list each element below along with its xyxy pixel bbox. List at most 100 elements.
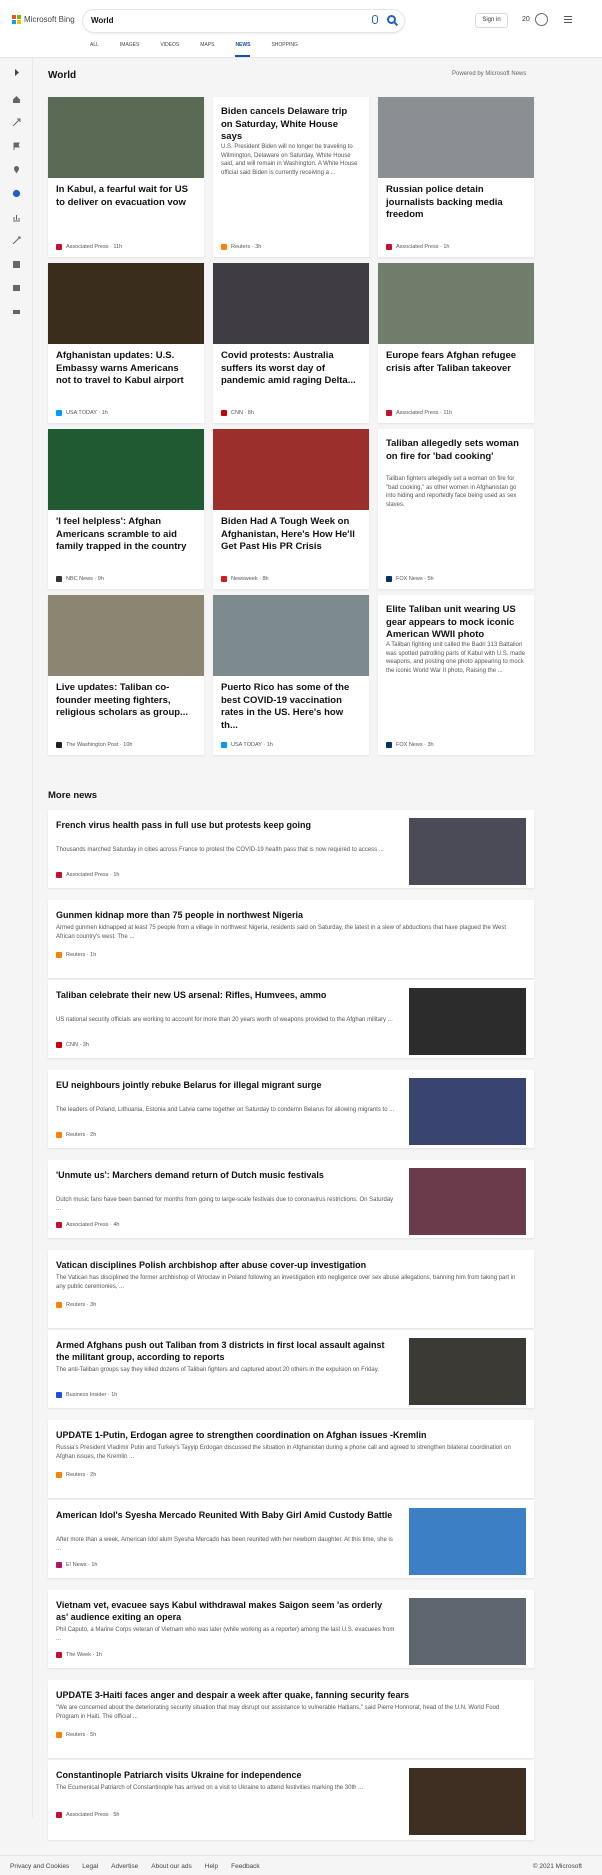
trending-icon[interactable]	[12, 118, 21, 127]
news-card[interactable]: Elite Taliban unit wearing US gear appea…	[378, 595, 534, 755]
news-card[interactable]: Russian police detain journalists backin…	[378, 97, 534, 257]
more-news-thumbnail[interactable]	[409, 1768, 526, 1835]
sports-icon[interactable]	[12, 283, 21, 292]
news-card-title[interactable]: Europe fears Afghan refugee crisis after…	[386, 350, 526, 375]
news-card-image[interactable]	[213, 595, 369, 676]
more-news-item[interactable]: American Idol's Syesha Mercado Reunited …	[48, 1500, 534, 1578]
flag-icon[interactable]	[12, 142, 21, 151]
news-card-title[interactable]: Elite Taliban unit wearing US gear appea…	[386, 604, 526, 642]
more-news-source[interactable]: Business Insider · 1h	[56, 1392, 117, 1398]
microphone-icon[interactable]	[372, 15, 378, 24]
rewards-icon[interactable]	[535, 13, 548, 26]
more-news-title[interactable]: EU neighbours jointly rebuke Belarus for…	[56, 1079, 396, 1091]
news-card-source[interactable]: USA TODAY · 1h	[56, 410, 108, 416]
more-news-thumbnail[interactable]	[409, 988, 526, 1055]
more-news-source[interactable]: CNN · 3h	[56, 1042, 89, 1048]
more-news-title[interactable]: Constantinople Patriarch visits Ukraine …	[56, 1769, 396, 1781]
more-news-source[interactable]: Reuters · 5h	[56, 1732, 96, 1738]
more-news-title[interactable]: UPDATE 1-Putin, Erdogan agree to strengt…	[56, 1429, 516, 1441]
news-card-image[interactable]	[378, 263, 534, 344]
news-card[interactable]: Biden Had A Tough Week on Afghanistan, H…	[213, 429, 369, 589]
location-icon[interactable]	[12, 165, 21, 174]
news-card[interactable]: 'I feel helpless': Afghan Americans scra…	[48, 429, 204, 589]
news-card[interactable]: Covid protests: Australia suffers its wo…	[213, 263, 369, 423]
more-news-item[interactable]: 'Unmute us': Marchers demand return of D…	[48, 1160, 534, 1238]
news-card-source[interactable]: Associated Press · 11h	[56, 244, 122, 250]
footer-link[interactable]: About our ads	[151, 1863, 191, 1870]
tab-all[interactable]: ALL	[90, 42, 99, 57]
expand-chevron-icon[interactable]	[12, 68, 21, 77]
more-news-item[interactable]: EU neighbours jointly rebuke Belarus for…	[48, 1070, 534, 1148]
news-card[interactable]: Biden cancels Delaware trip on Saturday,…	[213, 97, 369, 257]
news-card-image[interactable]	[48, 97, 204, 178]
news-card-source[interactable]: The Washington Post · 10h	[56, 742, 132, 748]
news-card-image[interactable]	[213, 263, 369, 344]
more-news-thumbnail[interactable]	[409, 1598, 526, 1665]
sign-in-button[interactable]: Sign in	[475, 13, 508, 28]
more-news-item[interactable]: UPDATE 3-Haiti faces anger and despair a…	[48, 1680, 534, 1758]
more-news-item[interactable]: Taliban celebrate their new US arsenal: …	[48, 980, 534, 1058]
more-news-title[interactable]: UPDATE 3-Haiti faces anger and despair a…	[56, 1689, 516, 1701]
more-news-item[interactable]: Armed Afghans push out Taliban from 3 di…	[48, 1330, 534, 1408]
more-news-thumbnail[interactable]	[409, 1078, 526, 1145]
more-news-source[interactable]: E! News · 1h	[56, 1562, 97, 1568]
more-news-item[interactable]: Constantinople Patriarch visits Ukraine …	[48, 1760, 534, 1840]
news-card-title[interactable]: Puerto Rico has some of the best COVID-1…	[221, 682, 361, 732]
news-card[interactable]: Taliban allegedly sets woman on fire for…	[378, 429, 534, 589]
search-box[interactable]: World	[83, 10, 404, 32]
more-news-title[interactable]: American Idol's Syesha Mercado Reunited …	[56, 1509, 396, 1521]
more-news-source[interactable]: Associated Press · 1h	[56, 872, 120, 878]
footer-link[interactable]: Legal	[82, 1863, 98, 1870]
bing-logo[interactable]: Microsoft Bing	[12, 15, 75, 24]
more-news-source[interactable]: Reuters · 2h	[56, 1472, 96, 1478]
news-card-source[interactable]: FOX News · 3h	[386, 742, 434, 748]
more-news-item[interactable]: Vatican disciplines Polish archbishop af…	[48, 1250, 534, 1328]
tab-images[interactable]: IMAGES	[120, 42, 139, 57]
more-news-item[interactable]: UPDATE 1-Putin, Erdogan agree to strengt…	[48, 1420, 534, 1498]
more-news-title[interactable]: Vatican disciplines Polish archbishop af…	[56, 1259, 516, 1271]
more-news-source[interactable]: Reuters · 2h	[56, 1132, 96, 1138]
more-news-source[interactable]: Associated Press · 5h	[56, 1812, 120, 1818]
news-card-source[interactable]: USA TODAY · 1h	[221, 742, 273, 748]
menu-icon[interactable]	[564, 16, 572, 25]
news-card-source[interactable]: CNN · 8h	[221, 410, 254, 416]
news-card-title[interactable]: Covid protests: Australia suffers its wo…	[221, 350, 361, 388]
more-news-thumbnail[interactable]	[409, 1168, 526, 1235]
news-card-source[interactable]: Associated Press · 1h	[386, 244, 450, 250]
news-card-source[interactable]: Newsweek · 8h	[221, 576, 269, 582]
science-icon[interactable]	[12, 236, 21, 245]
entertainment-icon[interactable]	[12, 260, 21, 269]
news-card[interactable]: Live updates: Taliban co-founder meeting…	[48, 595, 204, 755]
news-card-title[interactable]: 'I feel helpless': Afghan Americans scra…	[56, 516, 196, 554]
footer-link[interactable]: Feedback	[231, 1863, 260, 1870]
news-card-image[interactable]	[48, 595, 204, 676]
tab-news[interactable]: NEWS	[235, 42, 251, 57]
more-news-item[interactable]: Vietnam vet, evacuee says Kabul withdraw…	[48, 1590, 534, 1668]
search-input[interactable]: World	[91, 16, 114, 25]
more-news-title[interactable]: Vietnam vet, evacuee says Kabul withdraw…	[56, 1599, 396, 1623]
news-card[interactable]: In Kabul, a fearful wait for US to deliv…	[48, 97, 204, 257]
more-news-title[interactable]: Taliban celebrate their new US arsenal: …	[56, 989, 396, 1001]
news-card-source[interactable]: Associated Press · 11h	[386, 410, 452, 416]
news-card-image[interactable]	[378, 97, 534, 178]
news-card-image[interactable]	[48, 429, 204, 510]
news-card-source[interactable]: Reuters · 3h	[221, 244, 261, 250]
more-news-source[interactable]: Associated Press · 4h	[56, 1222, 120, 1228]
world-icon[interactable]	[12, 189, 21, 198]
news-card-image[interactable]	[48, 263, 204, 344]
news-card[interactable]: Europe fears Afghan refugee crisis after…	[378, 263, 534, 423]
more-news-title[interactable]: French virus health pass in full use but…	[56, 819, 396, 831]
news-card-title[interactable]: Biden Had A Tough Week on Afghanistan, H…	[221, 516, 361, 554]
more-news-source[interactable]: Reuters · 3h	[56, 1302, 96, 1308]
news-card-title[interactable]: Biden cancels Delaware trip on Saturday,…	[221, 106, 361, 144]
tab-maps[interactable]: MAPS	[200, 42, 214, 57]
more-news-item[interactable]: French virus health pass in full use but…	[48, 810, 534, 888]
more-news-title[interactable]: Gunmen kidnap more than 75 people in nor…	[56, 909, 516, 921]
news-card-image[interactable]	[213, 429, 369, 510]
more-news-title[interactable]: Armed Afghans push out Taliban from 3 di…	[56, 1339, 396, 1363]
news-card-title[interactable]: Afghanistan updates: U.S. Embassy warns …	[56, 350, 196, 388]
more-news-item[interactable]: Gunmen kidnap more than 75 people in nor…	[48, 900, 534, 978]
business-icon[interactable]	[12, 213, 21, 222]
news-card[interactable]: Afghanistan updates: U.S. Embassy warns …	[48, 263, 204, 423]
more-news-source[interactable]: Reuters · 1h	[56, 952, 96, 958]
